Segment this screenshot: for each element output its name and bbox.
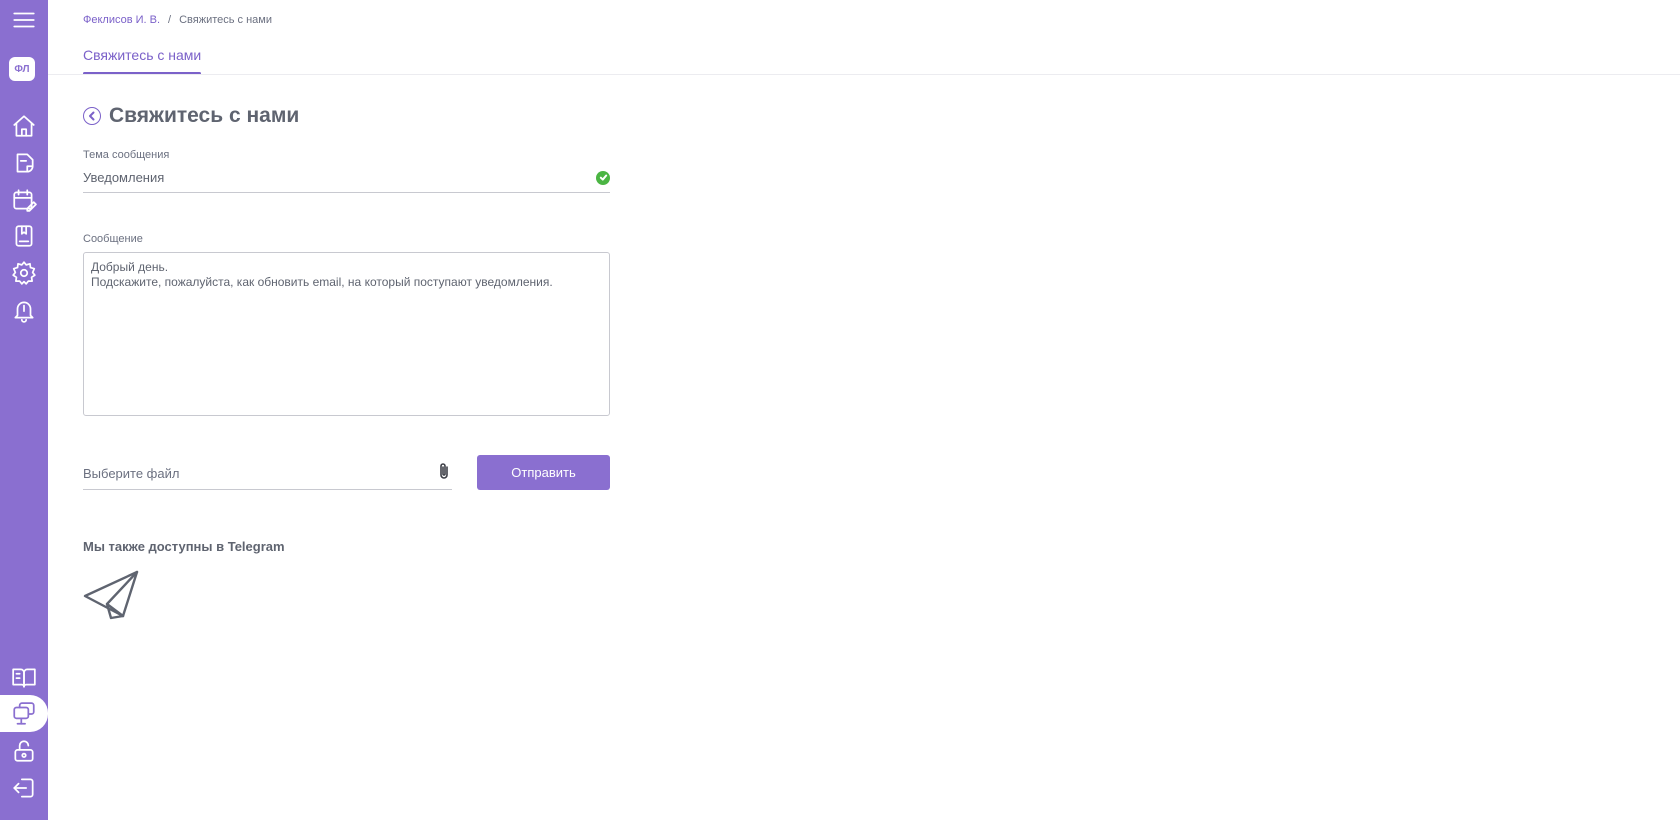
tab-contact-us[interactable]: Свяжитесь с нами: [83, 47, 201, 75]
breadcrumb-separator: /: [168, 14, 172, 26]
open-book-icon[interactable]: [0, 659, 48, 695]
file-picker[interactable]: Выберите файл: [83, 458, 452, 490]
avatar[interactable]: ФЛ: [9, 57, 35, 81]
page-title-row: Свяжитесь с нами: [83, 104, 299, 128]
sidebar: ФЛ: [0, 0, 48, 820]
menu-icon[interactable]: [0, 2, 48, 38]
support-chat-icon[interactable]: [0, 695, 48, 732]
subject-label: Тема сообщения: [83, 149, 170, 161]
submit-button[interactable]: Отправить: [477, 455, 610, 490]
logout-icon[interactable]: [0, 770, 48, 806]
breadcrumb: Феклисов И. В. / Свяжитесь с нами: [83, 14, 272, 26]
document-icon[interactable]: [0, 145, 48, 181]
subject-value: Уведомления: [83, 170, 165, 185]
check-icon: [596, 170, 610, 185]
book-icon[interactable]: [0, 218, 48, 254]
message-textarea[interactable]: Добрый день. Подскажите, пожалуйста, как…: [83, 252, 610, 416]
calendar-edit-icon[interactable]: [0, 182, 48, 218]
page-title: Свяжитесь с нами: [109, 104, 300, 127]
paper-plane-icon[interactable]: [83, 570, 139, 620]
subject-field[interactable]: Уведомления: [83, 163, 610, 193]
breadcrumb-user-link[interactable]: Феклисов И. В.: [83, 14, 160, 26]
unlock-icon[interactable]: [0, 733, 48, 769]
tab-divider: [48, 74, 1680, 75]
file-placeholder: Выберите файл: [83, 466, 180, 481]
telegram-heading: Мы также доступны в Telegram: [83, 539, 285, 554]
breadcrumb-current: Свяжитесь с нами: [179, 14, 273, 26]
paperclip-icon[interactable]: [436, 461, 452, 486]
bell-icon[interactable]: [0, 292, 48, 328]
back-icon[interactable]: [83, 107, 101, 125]
home-icon[interactable]: [0, 108, 48, 144]
gear-icon[interactable]: [0, 255, 48, 291]
message-label: Сообщение: [83, 233, 143, 245]
